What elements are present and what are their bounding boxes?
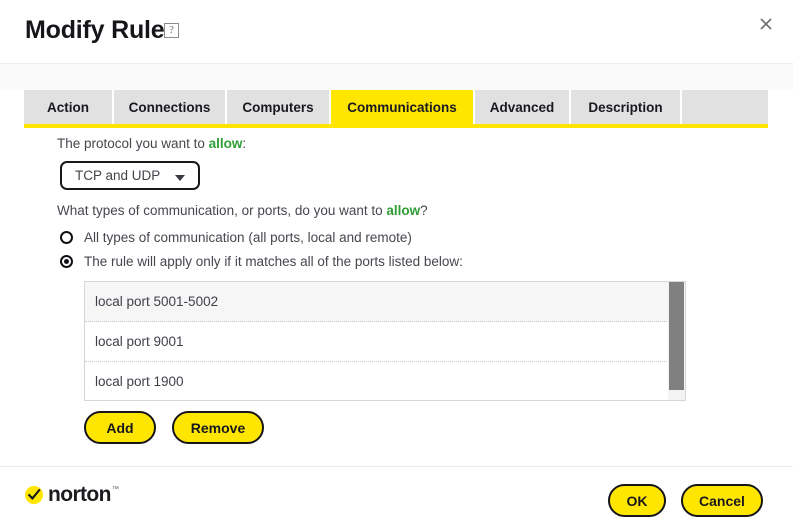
- radio-matching-ports-label: The rule will apply only if it matches a…: [84, 254, 463, 269]
- protocol-label-suffix: :: [242, 136, 247, 151]
- header-band: [0, 64, 793, 90]
- trademark-symbol: ™: [111, 486, 119, 493]
- list-item[interactable]: local port 1900: [85, 362, 685, 400]
- radio-all-communication[interactable]: All types of communication (all ports, l…: [60, 230, 412, 245]
- norton-wordmark: norton: [48, 483, 111, 506]
- dialog-titlebar: Modify Rule ?: [0, 0, 793, 63]
- tab-action[interactable]: Action: [24, 90, 114, 124]
- list-item[interactable]: local port 9001: [85, 322, 685, 362]
- ok-button[interactable]: OK: [608, 484, 666, 517]
- remove-button[interactable]: Remove: [172, 411, 264, 444]
- port-list-scrollbar-thumb[interactable]: [669, 282, 684, 390]
- radio-icon-checked: [60, 255, 73, 268]
- help-question-icon[interactable]: ?: [164, 23, 179, 38]
- radio-icon-unchecked: [60, 231, 73, 244]
- tab-communications[interactable]: Communications: [331, 90, 475, 124]
- ports-question-label: What types of communication, or ports, d…: [57, 203, 428, 218]
- radio-all-communication-label: All types of communication (all ports, l…: [84, 230, 412, 245]
- tab-description[interactable]: Description: [571, 90, 682, 124]
- cancel-button[interactable]: Cancel: [681, 484, 763, 517]
- norton-check-icon: [25, 486, 43, 504]
- tab-computers[interactable]: Computers: [227, 90, 331, 124]
- protocol-select[interactable]: TCP and UDP: [60, 161, 200, 190]
- radio-matching-ports[interactable]: The rule will apply only if it matches a…: [60, 254, 463, 269]
- chevron-down-icon: [175, 175, 185, 181]
- ports-label-suffix: ?: [420, 203, 428, 218]
- tab-strip-filler: [682, 90, 768, 124]
- port-list[interactable]: local port 5001-5002 local port 9001 loc…: [84, 281, 686, 401]
- protocol-label-prefix: The protocol you want to: [57, 136, 209, 151]
- add-button[interactable]: Add: [84, 411, 156, 444]
- list-item[interactable]: local port 5001-5002: [85, 282, 685, 322]
- page-title: Modify Rule: [25, 16, 165, 44]
- norton-logo: norton ™: [24, 483, 119, 506]
- tab-connections[interactable]: Connections: [114, 90, 227, 124]
- tab-active-underline: [24, 124, 768, 128]
- protocol-label-keyword: allow: [208, 136, 243, 151]
- port-list-scrollbar[interactable]: [668, 282, 685, 400]
- tab-advanced[interactable]: Advanced: [475, 90, 571, 124]
- close-icon[interactable]: [753, 11, 779, 37]
- protocol-label: The protocol you want to allow:: [57, 136, 246, 151]
- footer-divider: [0, 466, 793, 467]
- ports-label-prefix: What types of communication, or ports, d…: [57, 203, 387, 218]
- protocol-select-value: TCP and UDP: [75, 168, 161, 183]
- tab-bar: Action Connections Computers Communicati…: [24, 90, 768, 124]
- ports-label-keyword: allow: [386, 203, 421, 218]
